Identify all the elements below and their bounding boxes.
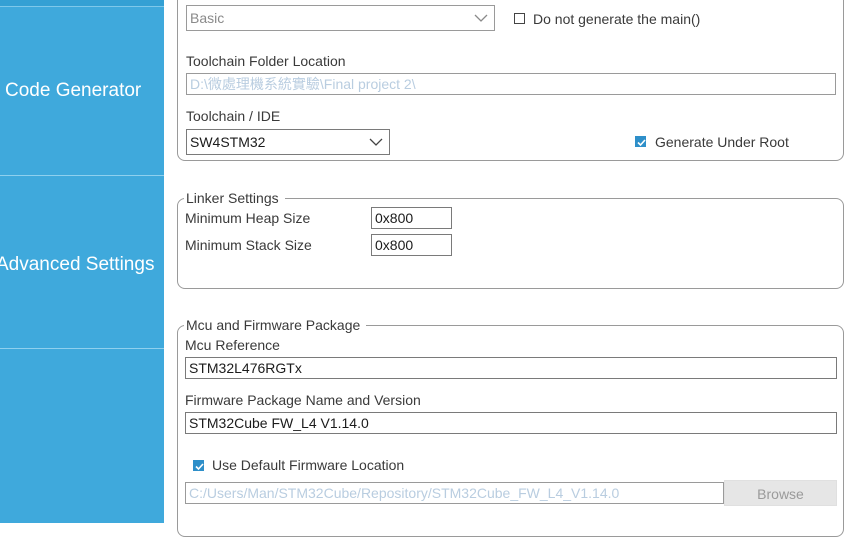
use-default-firmware-checkbox[interactable]: [193, 460, 204, 471]
toolchain-ide-select[interactable]: SW4STM32: [186, 129, 390, 155]
mcu-reference-field[interactable]: STM32L476RGTx: [185, 357, 837, 379]
toolchain-folder-label: Toolchain Folder Location: [186, 53, 346, 69]
sidebar-item-advanced-settings[interactable]: Advanced Settings: [0, 254, 160, 276]
stack-size-label: Minimum Stack Size: [185, 237, 312, 253]
chevron-down-icon: [369, 138, 383, 146]
no-main-label: Do not generate the main(): [533, 11, 701, 27]
sidebar-item-code-generator[interactable]: Code Generator: [5, 80, 164, 102]
check-icon: [195, 463, 204, 471]
project-settings-group: Basic Do not generate the main() Toolcha…: [177, 0, 844, 161]
mode-select-value: Basic: [190, 10, 225, 26]
mcu-firmware-legend: Mcu and Firmware Package: [184, 317, 367, 333]
firmware-location-field[interactable]: C:/Users/Man/STM32Cube/Repository/STM32C…: [185, 482, 724, 504]
no-main-checkbox[interactable]: [514, 13, 525, 24]
toolchain-folder-field[interactable]: D:\微處理機系統實驗\Final project 2\: [186, 73, 836, 95]
sidebar: Code Generator Advanced Settings: [0, 0, 164, 523]
generate-under-root-label: Generate Under Root: [655, 134, 789, 150]
mcu-firmware-group: Mcu and Firmware Package Mcu Reference S…: [177, 317, 844, 537]
use-default-firmware-label: Use Default Firmware Location: [212, 457, 405, 473]
heap-size-label: Minimum Heap Size: [185, 210, 311, 226]
firmware-package-label: Firmware Package Name and Version: [185, 392, 421, 408]
sidebar-divider: [0, 348, 164, 349]
browse-button[interactable]: Browse: [724, 480, 837, 506]
stack-size-input[interactable]: 0x800: [371, 234, 452, 256]
main-panel: Basic Do not generate the main() Toolcha…: [164, 0, 847, 537]
check-icon: [637, 139, 646, 147]
chevron-down-icon: [474, 14, 488, 22]
heap-size-input[interactable]: 0x800: [371, 207, 452, 229]
toolchain-ide-label: Toolchain / IDE: [186, 108, 281, 124]
linker-settings-group: Linker Settings Minimum Heap Size 0x800 …: [177, 190, 844, 289]
generate-under-root-checkbox[interactable]: [635, 136, 646, 147]
mode-select[interactable]: Basic: [186, 5, 495, 31]
toolchain-ide-value: SW4STM32: [190, 134, 266, 150]
sidebar-divider: [0, 175, 164, 176]
mcu-reference-label: Mcu Reference: [185, 337, 280, 353]
firmware-package-field[interactable]: STM32Cube FW_L4 V1.14.0: [185, 412, 837, 434]
linker-settings-legend: Linker Settings: [184, 190, 285, 206]
sidebar-top-item[interactable]: [0, 0, 164, 7]
